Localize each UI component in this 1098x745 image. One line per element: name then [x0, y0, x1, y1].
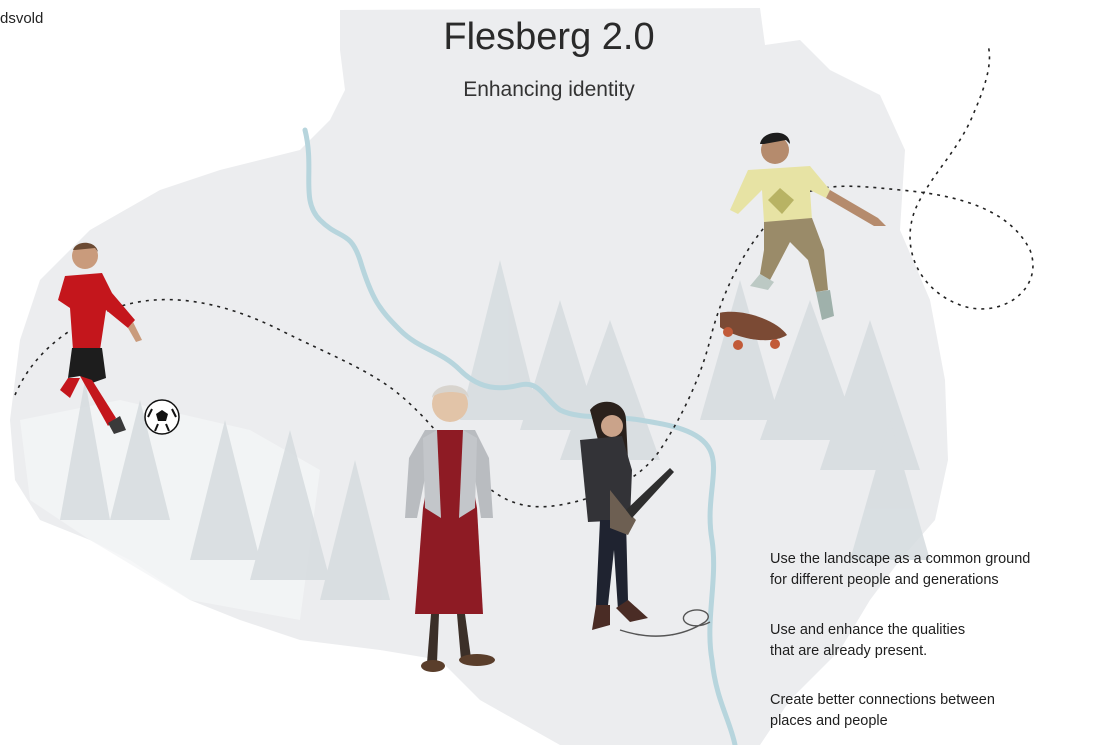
statement-line: that are already present.	[770, 643, 928, 659]
skateboarder-figure	[720, 132, 886, 350]
poster: dsvold Flesberg 2.0 Enhancing identity U…	[0, 0, 1098, 745]
statement-line: Use the landscape as a common ground	[770, 551, 1031, 567]
statement-line: for different people and generations	[770, 572, 999, 588]
elderly-woman-figure	[405, 385, 495, 672]
page-title: Flesberg 2.0	[443, 16, 655, 58]
statement-line: Use and enhance the qualities	[770, 622, 966, 638]
page-subtitle: Enhancing identity	[463, 78, 635, 101]
statement-line: Create better connections between	[770, 692, 995, 708]
statement-block: Use and enhance the qualities that are a…	[770, 620, 1098, 662]
football-icon	[144, 399, 180, 435]
guitarist-figure	[580, 401, 711, 637]
statement-block: Create better connections between places…	[770, 690, 1098, 732]
statement-line: places and people	[770, 713, 888, 729]
statement-block: Use the landscape as a common ground for…	[770, 549, 1098, 591]
